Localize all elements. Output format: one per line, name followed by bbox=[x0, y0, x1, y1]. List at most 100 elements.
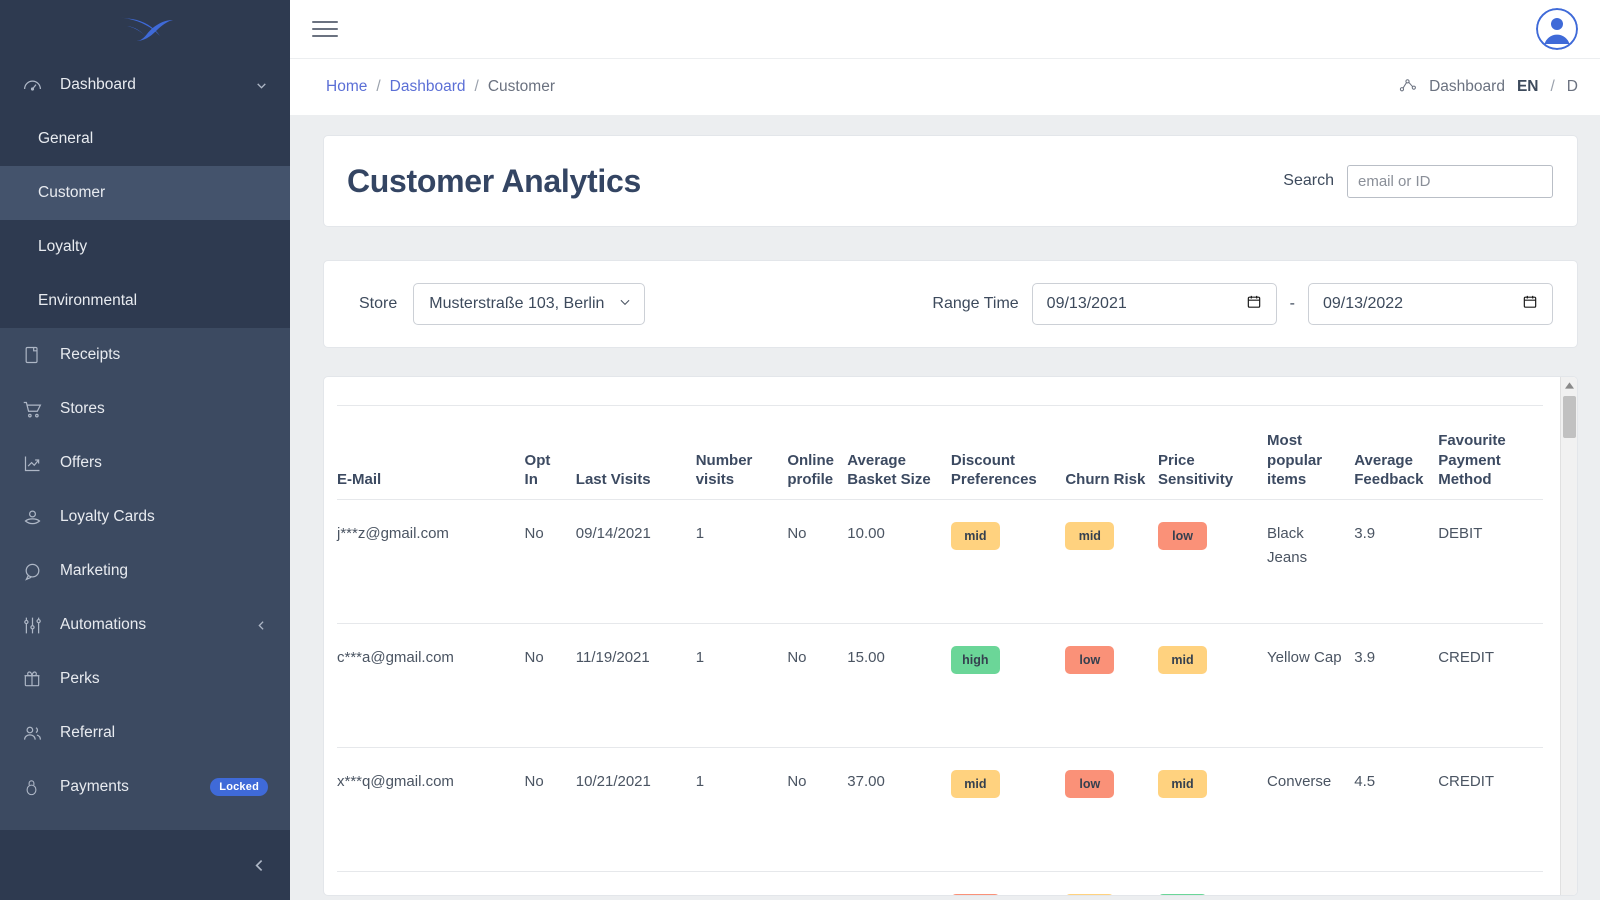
filter-card: Store Musterstraße 103, Berlin Range Tim… bbox=[323, 260, 1578, 348]
page-title-card: Customer Analytics Search bbox=[323, 135, 1578, 227]
sidebar-item-customer[interactable]: Customer bbox=[0, 166, 290, 220]
column-header-average-basket-size[interactable]: Average Basket Size bbox=[847, 405, 951, 500]
cell-churn-risk: low bbox=[1065, 747, 1159, 872]
table-scroll-region[interactable]: E-Mail Opt In Last Visits Number visits … bbox=[324, 377, 1577, 895]
column-header-price-sensitivity[interactable]: Price Sensitivity bbox=[1158, 405, 1268, 500]
sidebar-item-label: Loyalty bbox=[38, 238, 88, 255]
customers-table: E-Mail Opt In Last Visits Number visits … bbox=[337, 405, 1543, 895]
sidebar-item-marketing[interactable]: Marketing bbox=[0, 544, 290, 598]
store-label: Store bbox=[359, 295, 398, 312]
date-to-input[interactable]: 09/13/2022 bbox=[1308, 283, 1553, 325]
sidebar-item-label: Environmental bbox=[38, 292, 138, 309]
sidebar-item-dashboard[interactable]: Dashboard bbox=[0, 58, 290, 112]
cell-price-sensitivity: mid bbox=[1158, 747, 1268, 872]
sidebar-item-stores[interactable]: Stores bbox=[0, 382, 290, 436]
bird-logo-icon bbox=[117, 17, 173, 41]
cell-payment-method: DEBIT bbox=[1438, 871, 1543, 895]
cell-opt-in: No bbox=[524, 499, 576, 624]
cell-most-popular-item: Sneaker bbox=[1267, 871, 1355, 895]
cell-price-sensitivity: low bbox=[1158, 499, 1268, 624]
header-dashboard-link[interactable]: Dashboard bbox=[1429, 78, 1505, 96]
cell-email: x***q@gmail.com bbox=[337, 747, 525, 872]
sidebar: Dashboard General Customer Loyalty Envir… bbox=[0, 0, 290, 900]
sidebar-item-offers[interactable]: Offers bbox=[0, 436, 290, 490]
chat-bubble-icon bbox=[22, 561, 60, 582]
column-header-number-visits[interactable]: Number visits bbox=[695, 405, 788, 500]
search-input[interactable] bbox=[1347, 164, 1553, 198]
cell-most-popular-item: Converse bbox=[1267, 747, 1355, 872]
cell-average-basket: 10.00 bbox=[847, 499, 951, 624]
scroll-up-arrow-icon[interactable] bbox=[1561, 377, 1577, 394]
sidebar-item-automations[interactable]: Automations bbox=[0, 598, 290, 652]
breadcrumb-bar: Home / Dashboard / Customer Dashboard EN… bbox=[290, 58, 1600, 115]
hamburger-menu-icon[interactable] bbox=[312, 15, 338, 43]
cell-discount-preference: low bbox=[950, 871, 1066, 895]
column-header-churn-risk[interactable]: Churn Risk bbox=[1065, 405, 1159, 500]
cell-average-basket: 44.00 bbox=[847, 871, 951, 895]
sidebar-item-payments[interactable]: Payments Locked bbox=[0, 760, 290, 814]
column-header-most-popular-items[interactable]: Most popular items bbox=[1267, 405, 1355, 500]
language-de[interactable]: D bbox=[1567, 78, 1578, 96]
range-time-area: Range Time 09/13/2021 - 09/13/2022 bbox=[932, 283, 1553, 325]
cell-last-visit: 11/19/2021 bbox=[575, 623, 696, 748]
header-right-tools: Dashboard EN / D bbox=[1398, 75, 1578, 99]
cell-number-visits: 1 bbox=[695, 623, 788, 748]
store-select[interactable]: Musterstraße 103, Berlin bbox=[413, 283, 646, 325]
chevron-down-icon[interactable] bbox=[255, 79, 268, 92]
table-vertical-scrollbar[interactable] bbox=[1560, 377, 1577, 895]
calendar-icon[interactable] bbox=[1246, 293, 1262, 315]
cell-online-profile: No bbox=[787, 623, 848, 748]
range-time-label: Range Time bbox=[932, 295, 1019, 312]
column-header-email[interactable]: E-Mail bbox=[337, 405, 525, 500]
column-header-favourite-payment-method[interactable]: Favourite Payment Method bbox=[1438, 405, 1543, 500]
chevron-down-icon bbox=[618, 295, 632, 314]
cart-icon bbox=[22, 399, 60, 420]
sidebar-item-referral[interactable]: Referral bbox=[0, 706, 290, 760]
status-badge: low bbox=[1065, 770, 1115, 798]
cell-average-basket: 37.00 bbox=[847, 747, 951, 872]
date-from-input[interactable]: 09/13/2021 bbox=[1031, 283, 1277, 325]
table-row[interactable]: x***q@gmail.com No 10/21/2021 1 No 37.00… bbox=[337, 747, 1543, 872]
sidebar-item-receipts[interactable]: Receipts bbox=[0, 328, 290, 382]
chevron-left-icon[interactable] bbox=[255, 619, 268, 632]
cell-average-feedback: 3.9 bbox=[1354, 499, 1439, 624]
cell-last-visit: 10/21/2021 bbox=[575, 747, 696, 872]
column-header-online-profile[interactable]: Online profile bbox=[787, 405, 848, 500]
brand-logo[interactable] bbox=[0, 0, 290, 58]
topbar bbox=[290, 0, 1600, 58]
column-header-average-feedback[interactable]: Average Feedback bbox=[1354, 405, 1439, 500]
cell-most-popular-item: Black Jeans bbox=[1267, 499, 1355, 624]
column-header-last-visits[interactable]: Last Visits bbox=[575, 405, 696, 500]
sidebar-item-general[interactable]: General bbox=[0, 112, 290, 166]
table-row[interactable]: c***a@gmail.com No 11/19/2021 1 No 15.00… bbox=[337, 623, 1543, 748]
app-root: Dashboard General Customer Loyalty Envir… bbox=[0, 0, 1600, 900]
sliders-icon bbox=[22, 615, 60, 636]
sidebar-item-environmental[interactable]: Environmental bbox=[0, 274, 290, 328]
cell-most-popular-item: Yellow Cap bbox=[1267, 623, 1355, 748]
avatar[interactable] bbox=[1536, 8, 1578, 50]
calendar-icon[interactable] bbox=[1522, 293, 1538, 315]
sidebar-collapse-button[interactable] bbox=[0, 830, 290, 900]
status-badge: mid bbox=[1158, 770, 1208, 798]
cell-discount-preference: mid bbox=[950, 747, 1066, 872]
sidebar-item-label: Referral bbox=[60, 724, 116, 741]
sidebar-item-loyalty-cards[interactable]: Loyalty Cards bbox=[0, 490, 290, 544]
status-badge: mid bbox=[950, 770, 1000, 798]
breadcrumb-home[interactable]: Home bbox=[326, 78, 367, 96]
sidebar-item-loyalty[interactable]: Loyalty bbox=[0, 220, 290, 274]
status-badge-locked: Locked bbox=[210, 778, 268, 796]
breadcrumb-dashboard[interactable]: Dashboard bbox=[390, 78, 466, 96]
cell-churn-risk: low bbox=[1065, 623, 1159, 748]
language-en[interactable]: EN bbox=[1517, 78, 1539, 96]
table-row[interactable]: j***z@gmail.com No 09/14/2021 1 No 10.00… bbox=[337, 499, 1543, 624]
main-area: Home / Dashboard / Customer Dashboard EN… bbox=[290, 0, 1600, 900]
column-header-discount-preferences[interactable]: Discount Preferences bbox=[950, 405, 1066, 500]
clipboard-icon bbox=[22, 345, 60, 365]
cell-payment-method: DEBIT bbox=[1438, 499, 1543, 624]
scrollbar-thumb[interactable] bbox=[1563, 396, 1576, 438]
table-row[interactable]: a***m@gmail.com No 11/21/2021 1 No 44.00… bbox=[337, 871, 1543, 895]
sidebar-item-perks[interactable]: Perks bbox=[0, 652, 290, 706]
cell-opt-in: No bbox=[524, 747, 576, 872]
column-header-opt-in[interactable]: Opt In bbox=[524, 405, 576, 500]
customers-table-card: E-Mail Opt In Last Visits Number visits … bbox=[323, 376, 1578, 896]
